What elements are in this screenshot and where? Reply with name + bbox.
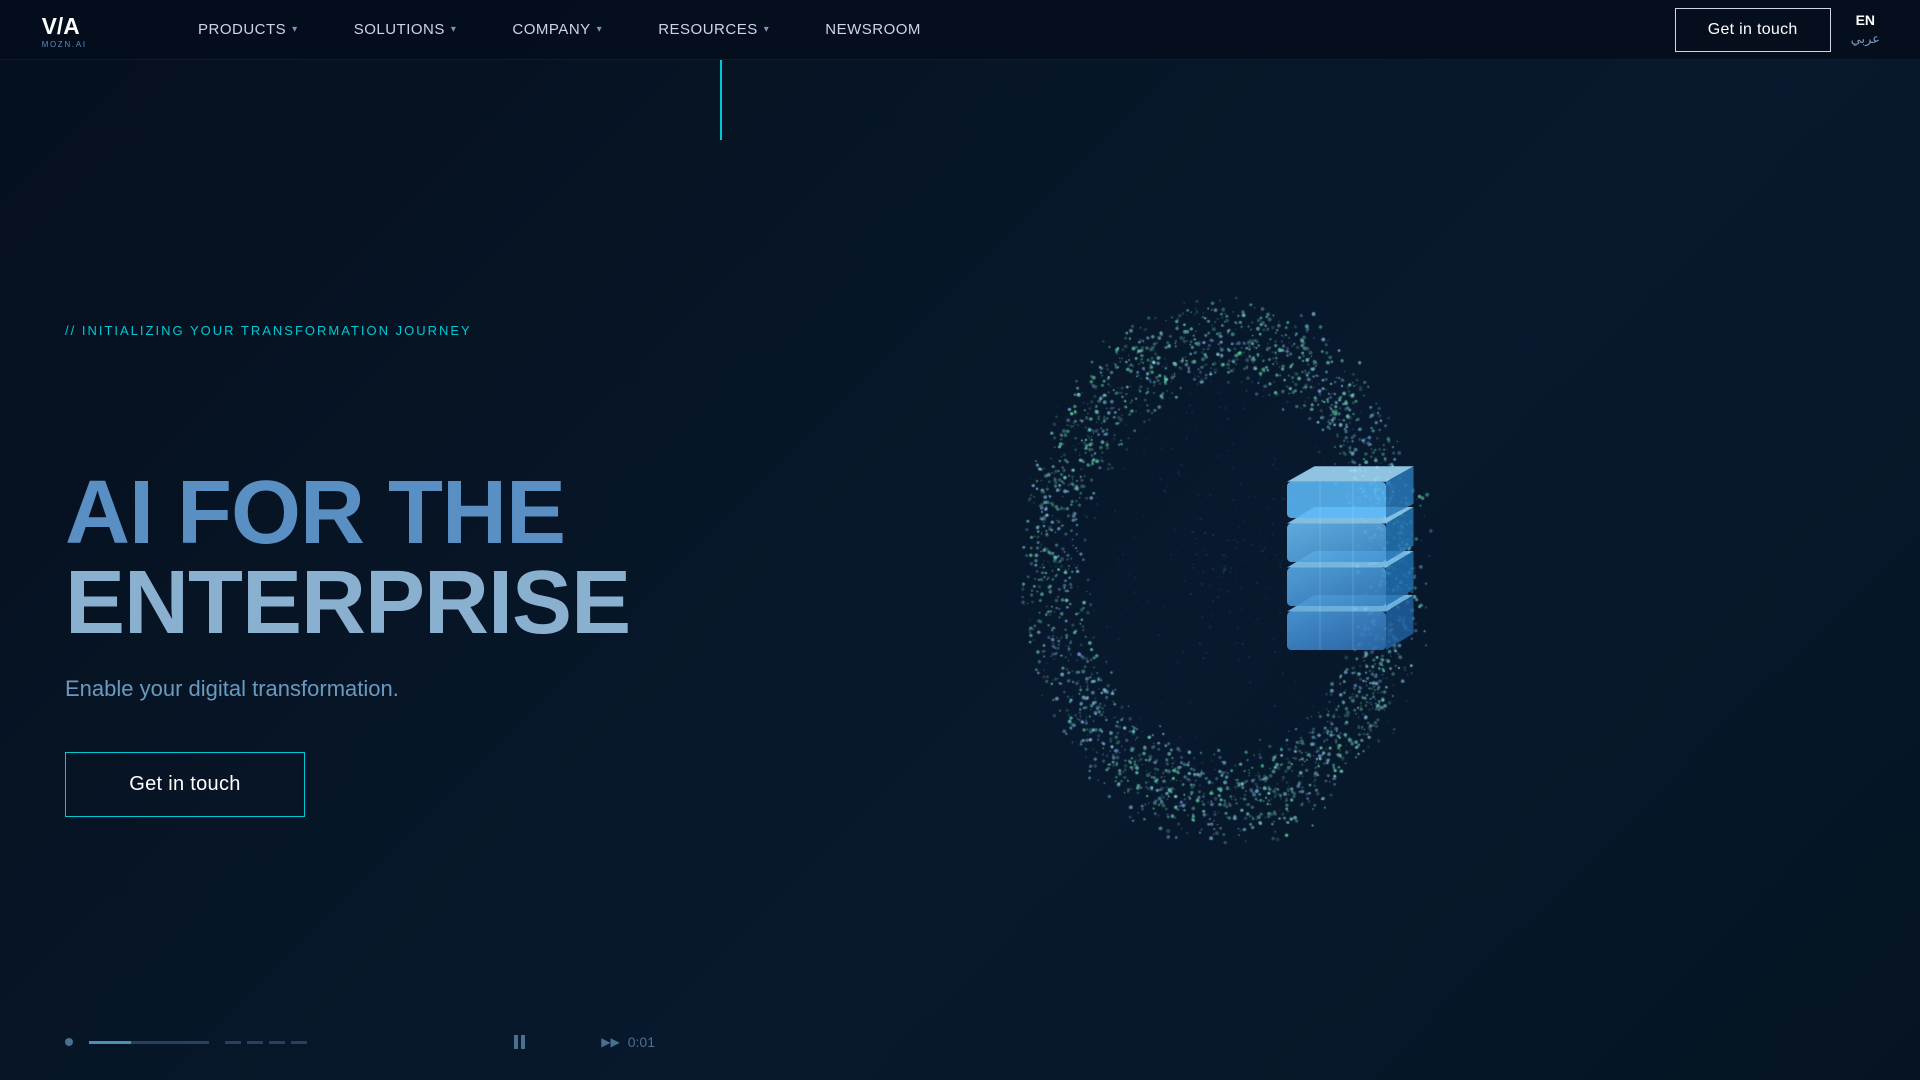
progress-track[interactable]	[89, 1041, 209, 1044]
language-switcher[interactable]: EN عربي	[1851, 11, 1880, 49]
timer-value: 0:01	[628, 1034, 655, 1050]
tagline-prefix: //	[65, 323, 82, 338]
progress-bar-area: ▶▶ 0:01	[0, 1034, 720, 1050]
chevron-down-icon: ▾	[292, 24, 298, 35]
nav-solutions[interactable]: SOLUTIONS ▾	[326, 0, 485, 60]
svg-text:MOZN.AI: MOZN.AI	[42, 40, 87, 49]
pause-button[interactable]	[514, 1035, 525, 1049]
pause-icon	[514, 1035, 525, 1049]
progress-dashes	[225, 1041, 307, 1044]
main-content: // INITIALIZING YOUR TRANSFORMATION JOUR…	[0, 0, 1920, 1080]
logo[interactable]: V/A MOZN.AI	[40, 7, 110, 52]
header-right: Get in touch EN عربي	[1675, 8, 1880, 52]
svg-text:V/A: V/A	[42, 13, 80, 39]
progress-dot-1[interactable]	[65, 1038, 73, 1046]
header-cta-button[interactable]: Get in touch	[1675, 8, 1831, 52]
nav-newsroom[interactable]: NEWSROOM	[797, 0, 949, 60]
hero-title-line1: AI FOR THE	[65, 463, 565, 563]
play-icon: ▶▶	[601, 1035, 619, 1049]
nav-resources[interactable]: RESOURCES ▾	[630, 0, 797, 60]
nav-company[interactable]: COMPANY ▾	[484, 0, 630, 60]
hero-tagline: // INITIALIZING YOUR TRANSFORMATION JOUR…	[65, 323, 655, 338]
progress-fill	[89, 1041, 131, 1044]
chevron-down-icon: ▾	[451, 24, 457, 35]
nav-products[interactable]: PRODUCTS ▾	[170, 0, 326, 60]
chevron-down-icon: ▾	[597, 24, 603, 35]
main-nav: PRODUCTS ▾ SOLUTIONS ▾ COMPANY ▾ RESOURC…	[170, 0, 1675, 60]
hero-title-line2: ENTERPRISE	[65, 553, 630, 653]
hero-right-panel	[720, 60, 1920, 1080]
lang-en[interactable]: EN	[1856, 11, 1875, 31]
site-header: V/A MOZN.AI PRODUCTS ▾ SOLUTIONS ▾ COMPA…	[0, 0, 1920, 60]
lang-ar[interactable]: عربي	[1851, 30, 1880, 48]
hero-cta-button[interactable]: Get in touch	[65, 752, 305, 817]
hero-graphic	[1254, 458, 1474, 683]
timer-display: ▶▶ 0:01	[601, 1034, 655, 1050]
hero-subtitle: Enable your digital transformation.	[65, 676, 655, 702]
chevron-down-icon: ▾	[764, 24, 770, 35]
hero-left-panel: // INITIALIZING YOUR TRANSFORMATION JOUR…	[0, 60, 720, 1080]
hero-title: AI FOR THE ENTERPRISE	[65, 468, 655, 648]
